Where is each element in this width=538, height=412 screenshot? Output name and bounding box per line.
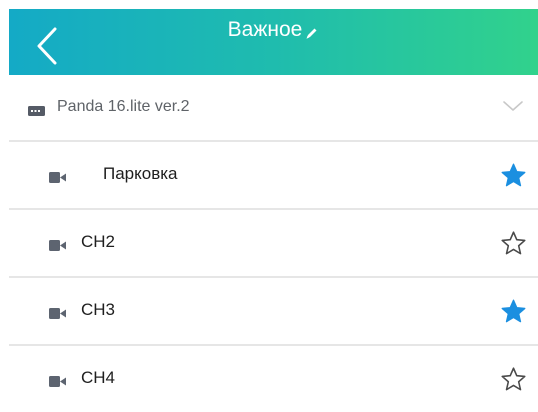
- channel-row-3[interactable]: CH3: [9, 278, 538, 344]
- page-title: Важное: [227, 18, 303, 42]
- dvr-icon: [28, 103, 45, 121]
- channel-row-2[interactable]: CH2: [9, 210, 538, 276]
- chevron-down-icon[interactable]: [502, 99, 524, 118]
- header-title-group[interactable]: Важное: [9, 17, 538, 43]
- channel-row-4[interactable]: CH4: [9, 346, 538, 412]
- channel-name: CH2: [81, 232, 116, 251]
- star-outline-icon[interactable]: [500, 366, 527, 393]
- device-row[interactable]: Panda 16.lite ver.2: [9, 75, 538, 141]
- camera-icon: [49, 374, 66, 392]
- channel-name: CH4: [81, 368, 116, 387]
- camera-icon: [49, 238, 66, 256]
- star-filled-icon[interactable]: [500, 298, 527, 325]
- app-header: Важное: [9, 9, 538, 75]
- star-filled-icon[interactable]: [500, 162, 527, 189]
- device-name: Panda 16.lite ver.2: [57, 98, 190, 115]
- pencil-icon[interactable]: [305, 26, 319, 40]
- channel-row-1[interactable]: Парковка: [9, 142, 538, 208]
- star-outline-icon[interactable]: [500, 230, 527, 257]
- camera-icon: [49, 306, 66, 324]
- channel-name: CH3: [81, 300, 116, 319]
- camera-icon: [49, 170, 66, 188]
- channel-name: Парковка: [103, 164, 178, 183]
